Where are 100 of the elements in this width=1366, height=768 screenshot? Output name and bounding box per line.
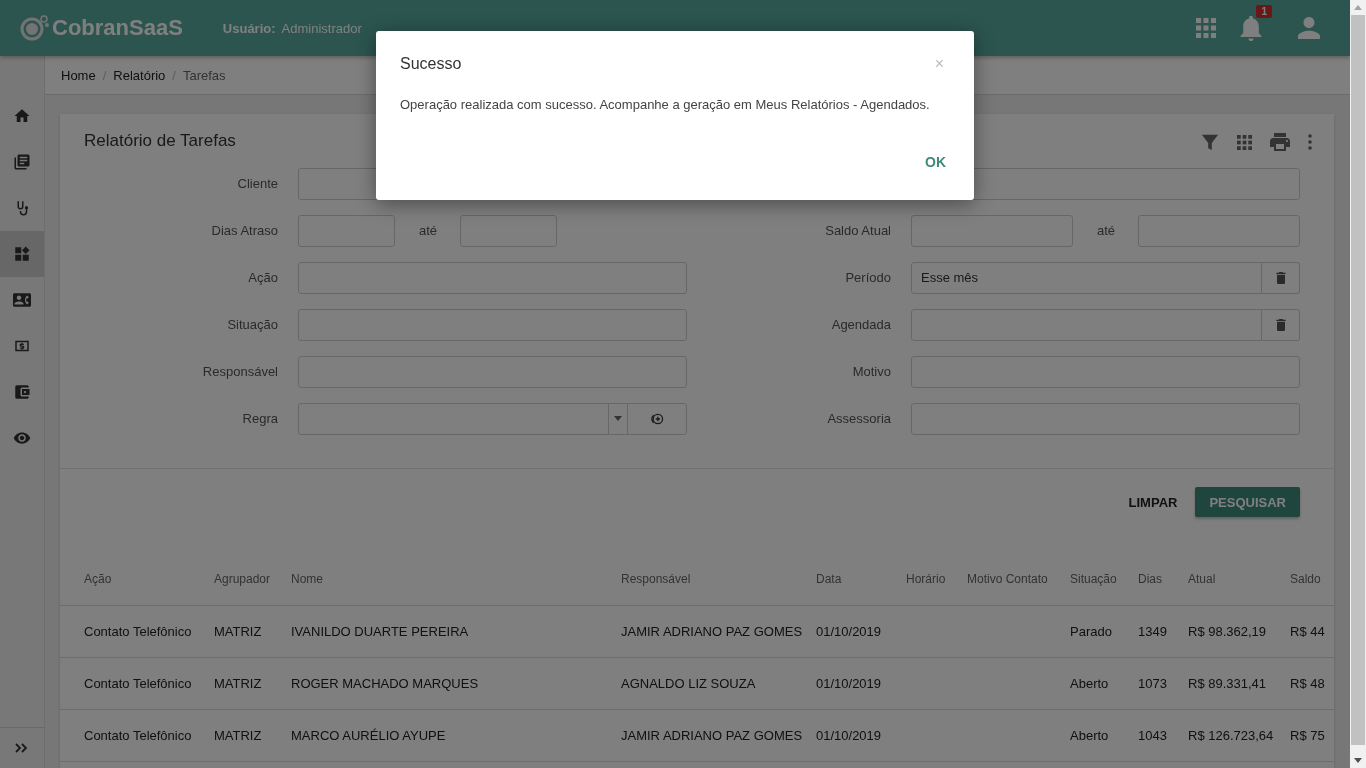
table-cell: 01/10/2019	[816, 728, 882, 743]
field-label: Situação	[226, 317, 278, 332]
input-field[interactable]	[460, 214, 557, 247]
dialog-message: Operação realizada com sucesso. Acompanhe a geração em Meus Relatórios - Agendados.	[400, 97, 931, 112]
table-cell: MARCO AURÉLIO AYUPE	[291, 728, 446, 743]
scroll-up-icon[interactable]	[1354, 5, 1362, 10]
scroll-down-icon[interactable]	[1354, 758, 1362, 763]
input-field[interactable]	[911, 402, 1300, 435]
ok-button[interactable]: OK	[915, 150, 956, 174]
clear-button[interactable]	[1262, 261, 1300, 294]
scrollbar-thumb[interactable]	[1351, 15, 1365, 745]
breadcrumb-link[interactable]: Home	[61, 67, 96, 83]
table-cell: R$ 98.362,19	[1188, 624, 1267, 639]
table-cell: R$ 48	[1290, 676, 1325, 691]
field-label: Período	[844, 270, 891, 285]
column-header[interactable]: Motivo Contato	[967, 572, 1048, 586]
input-field[interactable]	[911, 214, 1073, 247]
field-label: Dias Atraso	[210, 223, 278, 238]
user-avatar-icon[interactable]	[1298, 17, 1320, 39]
filter-icon[interactable]	[1201, 133, 1219, 151]
eye-icon	[13, 429, 31, 447]
field-label: Cliente	[236, 176, 278, 191]
print-icon[interactable]	[1270, 133, 1290, 151]
table-cell: JAMIR ADRIANO PAZ GOMES	[621, 728, 803, 743]
table-cell: 01/10/2019	[816, 676, 882, 691]
column-header[interactable]: Horário	[906, 572, 946, 586]
column-header[interactable]: Agrupador	[214, 572, 271, 586]
home-icon	[13, 107, 31, 125]
table-cell: IVANILDO DUARTE PEREIRA	[291, 624, 469, 639]
field-label: Agendada	[830, 317, 891, 332]
input-field[interactable]	[911, 355, 1300, 388]
table-cell: ROGER MACHADO MARQUES	[291, 676, 479, 691]
range-separator: até	[418, 223, 438, 238]
field-label: Motivo	[851, 364, 891, 379]
table-cell: 01/10/2019	[816, 624, 882, 639]
table-cell: Parado	[1070, 624, 1112, 639]
column-header[interactable]: Atual	[1188, 572, 1216, 586]
table-cell: MATRIZ	[214, 676, 262, 691]
bell-icon[interactable]	[1238, 15, 1264, 41]
column-header[interactable]: Situação	[1070, 572, 1117, 586]
field-label: Assessoria	[826, 411, 891, 426]
column-header[interactable]: Responsável	[621, 572, 691, 586]
apps-grid-icon[interactable]	[1196, 18, 1216, 38]
user-label: Usuário:	[222, 20, 276, 36]
table-cell: R$ 89.331,41	[1188, 676, 1267, 691]
more-icon[interactable]	[1308, 134, 1312, 150]
table-cell: Aberto	[1070, 676, 1109, 691]
select-field[interactable]	[298, 402, 628, 435]
sidebar-item[interactable]	[0, 231, 44, 277]
trash-icon	[1275, 318, 1286, 331]
range-separator: até	[1096, 223, 1116, 238]
coin-logo-icon	[20, 15, 50, 41]
column-header[interactable]: Data	[816, 572, 842, 586]
add-rule-button[interactable]	[627, 402, 687, 435]
search-button[interactable]: PESQUISAR	[1195, 487, 1300, 517]
breadcrumb-link[interactable]: Relatório	[113, 67, 166, 83]
input-field[interactable]	[298, 308, 687, 341]
table-cell: Aberto	[1070, 728, 1109, 743]
input-field[interactable]	[298, 214, 395, 247]
documents-icon	[13, 153, 31, 171]
table-cell: MATRIZ	[214, 728, 262, 743]
field-label: Regra	[241, 411, 278, 426]
table-cell: 1073	[1138, 676, 1167, 691]
table-cell: Contato Telefônico	[84, 728, 192, 743]
field-label: Ação	[247, 270, 278, 285]
breadcrumb-separator: /	[172, 67, 176, 83]
input-field[interactable]	[911, 308, 1263, 341]
breadcrumb-separator: /	[102, 67, 107, 83]
column-header[interactable]: Nome	[291, 572, 323, 586]
table-cell: Contato Telefônico	[84, 624, 192, 639]
input-field[interactable]: Esse mês	[911, 261, 1263, 294]
table-cell: AGNALDO LIZ SOUZA	[621, 676, 756, 691]
close-button[interactable]: ×	[928, 55, 950, 73]
table-cell: R$ 75	[1290, 728, 1325, 743]
clear-filters-button[interactable]: LIMPAR	[1128, 487, 1178, 517]
grid-icon[interactable]	[1237, 134, 1252, 150]
expand-chevrons-icon[interactable]	[15, 743, 29, 753]
card-title: Relatório de Tarefas	[84, 131, 236, 151]
column-header[interactable]: Saldo	[1290, 572, 1321, 586]
caret-icon	[614, 416, 622, 421]
app-logo[interactable]: CobranSaaS	[52, 15, 183, 41]
clear-button[interactable]	[1262, 308, 1300, 341]
table-cell: R$ 44	[1290, 624, 1325, 639]
scrollbar[interactable]	[1350, 0, 1366, 768]
notification-badge: 1	[1256, 5, 1272, 18]
circle-plus-icon	[650, 412, 664, 425]
user-name: Administrador	[281, 20, 362, 36]
trash-icon	[1275, 271, 1286, 284]
input-field[interactable]	[298, 355, 687, 388]
table-cell: Contato Telefônico	[84, 676, 192, 691]
wallet-icon	[13, 383, 31, 401]
dialog-title: Sucesso	[400, 55, 462, 73]
contact-card-icon	[13, 291, 31, 309]
table-cell: JAMIR ADRIANO PAZ GOMES	[621, 624, 803, 639]
widgets-icon	[13, 245, 31, 263]
input-field[interactable]	[298, 261, 687, 294]
input-field[interactable]	[1138, 214, 1300, 247]
field-label: Responsável	[201, 364, 278, 379]
column-header[interactable]: Dias	[1138, 572, 1162, 586]
column-header[interactable]: Ação	[84, 572, 112, 586]
